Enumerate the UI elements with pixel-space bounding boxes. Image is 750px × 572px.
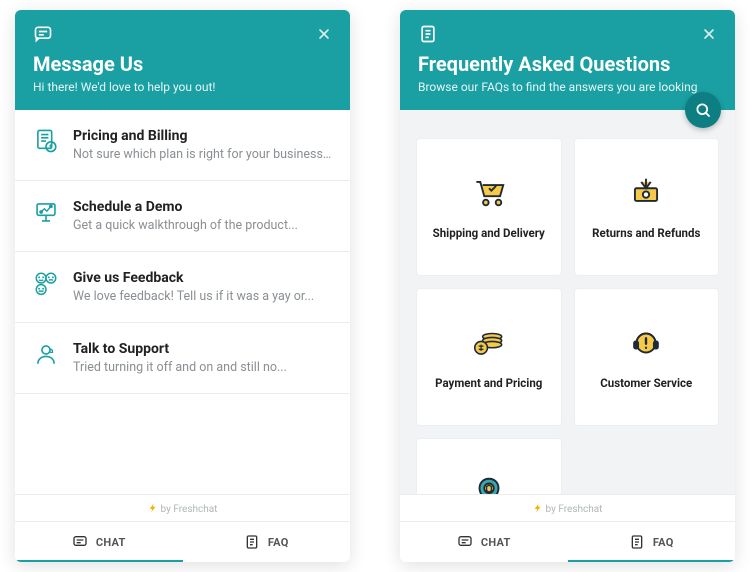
close-button[interactable] [699,24,719,44]
faq-category-returns[interactable]: Returns and Refunds [574,138,720,276]
faq-category-grid: Shipping and Delivery Returns and Refund… [400,110,735,494]
faq-header: Frequently Asked Questions Browse our FA… [400,10,735,110]
topic-title: Give us Feedback [73,270,332,286]
support-icon [33,341,59,367]
panel-footer: by Freshchat CHAT FAQ [400,494,735,562]
payment-icon [469,324,509,362]
faq-category-label: Payment and Pricing [429,376,548,390]
topic-schedule-demo[interactable]: Schedule a Demo Get a quick walkthrough … [15,181,350,252]
message-us-title: Message Us [33,52,332,76]
feedback-icon [33,270,59,296]
tab-chat[interactable]: CHAT [400,522,568,562]
tab-chat[interactable]: CHAT [15,522,183,562]
tab-faq-label: FAQ [653,536,674,549]
topic-subtitle: We love feedback! Tell us if it was a ya… [73,289,332,304]
faq-panel: Frequently Asked Questions Browse our FA… [400,10,735,562]
tab-chat-label: CHAT [481,536,511,549]
topic-give-feedback[interactable]: Give us Feedback We love feedback! Tell … [15,252,350,323]
search-button[interactable] [685,92,721,128]
faq-category-service[interactable]: Customer Service [574,288,720,426]
powered-by: by Freshchat [400,495,735,521]
message-topic-list: Pricing and Billing Not sure which plan … [15,110,350,494]
tab-faq-label: FAQ [268,536,289,549]
faq-category-label: Returns and Refunds [586,226,706,240]
track-icon [469,474,509,494]
message-us-panel: Message Us Hi there! We'd love to help y… [15,10,350,562]
search-icon [694,101,712,119]
topic-talk-to-support[interactable]: Talk to Support Tried turning it off and… [15,323,350,394]
pricing-icon [33,128,59,154]
faq-category-tracking[interactable]: Live Order Tracking [416,438,562,494]
bottom-tabs: CHAT FAQ [15,521,350,562]
tab-chat-label: CHAT [96,536,126,549]
cart-icon [469,174,509,212]
faq-category-shipping[interactable]: Shipping and Delivery [416,138,562,276]
message-us-header: Message Us Hi there! We'd love to help y… [15,10,350,110]
demo-icon [33,199,59,225]
topic-title: Talk to Support [73,341,332,357]
faq-category-label: Shipping and Delivery [427,226,551,240]
faq-icon [244,534,260,550]
topic-title: Pricing and Billing [73,128,332,144]
chat-icon [457,534,473,550]
chat-icon [33,24,53,44]
faq-subtitle: Browse our FAQs to find the answers you … [418,80,717,94]
faq-title: Frequently Asked Questions [418,52,717,76]
topic-pricing-billing[interactable]: Pricing and Billing Not sure which plan … [15,110,350,181]
bolt-icon [148,503,158,513]
bolt-icon [533,503,543,513]
message-us-subtitle: Hi there! We'd love to help you out! [33,80,332,94]
topic-subtitle: Get a quick walkthrough of the product..… [73,218,332,233]
topic-subtitle: Tried turning it off and on and still no… [73,360,332,375]
tab-faq[interactable]: FAQ [568,522,736,562]
topic-subtitle: Not sure which plan is right for your bu… [73,147,332,162]
faq-icon [629,534,645,550]
service-icon [626,324,666,362]
close-button[interactable] [314,24,334,44]
faq-category-label: Customer Service [594,376,698,390]
faq-icon [418,24,438,44]
tab-faq[interactable]: FAQ [183,522,351,562]
refund-icon [626,174,666,212]
bottom-tabs: CHAT FAQ [400,521,735,562]
panel-footer: by Freshchat CHAT FAQ [15,494,350,562]
topic-title: Schedule a Demo [73,199,332,215]
powered-by: by Freshchat [15,495,350,521]
faq-category-payment[interactable]: Payment and Pricing [416,288,562,426]
chat-icon [72,534,88,550]
